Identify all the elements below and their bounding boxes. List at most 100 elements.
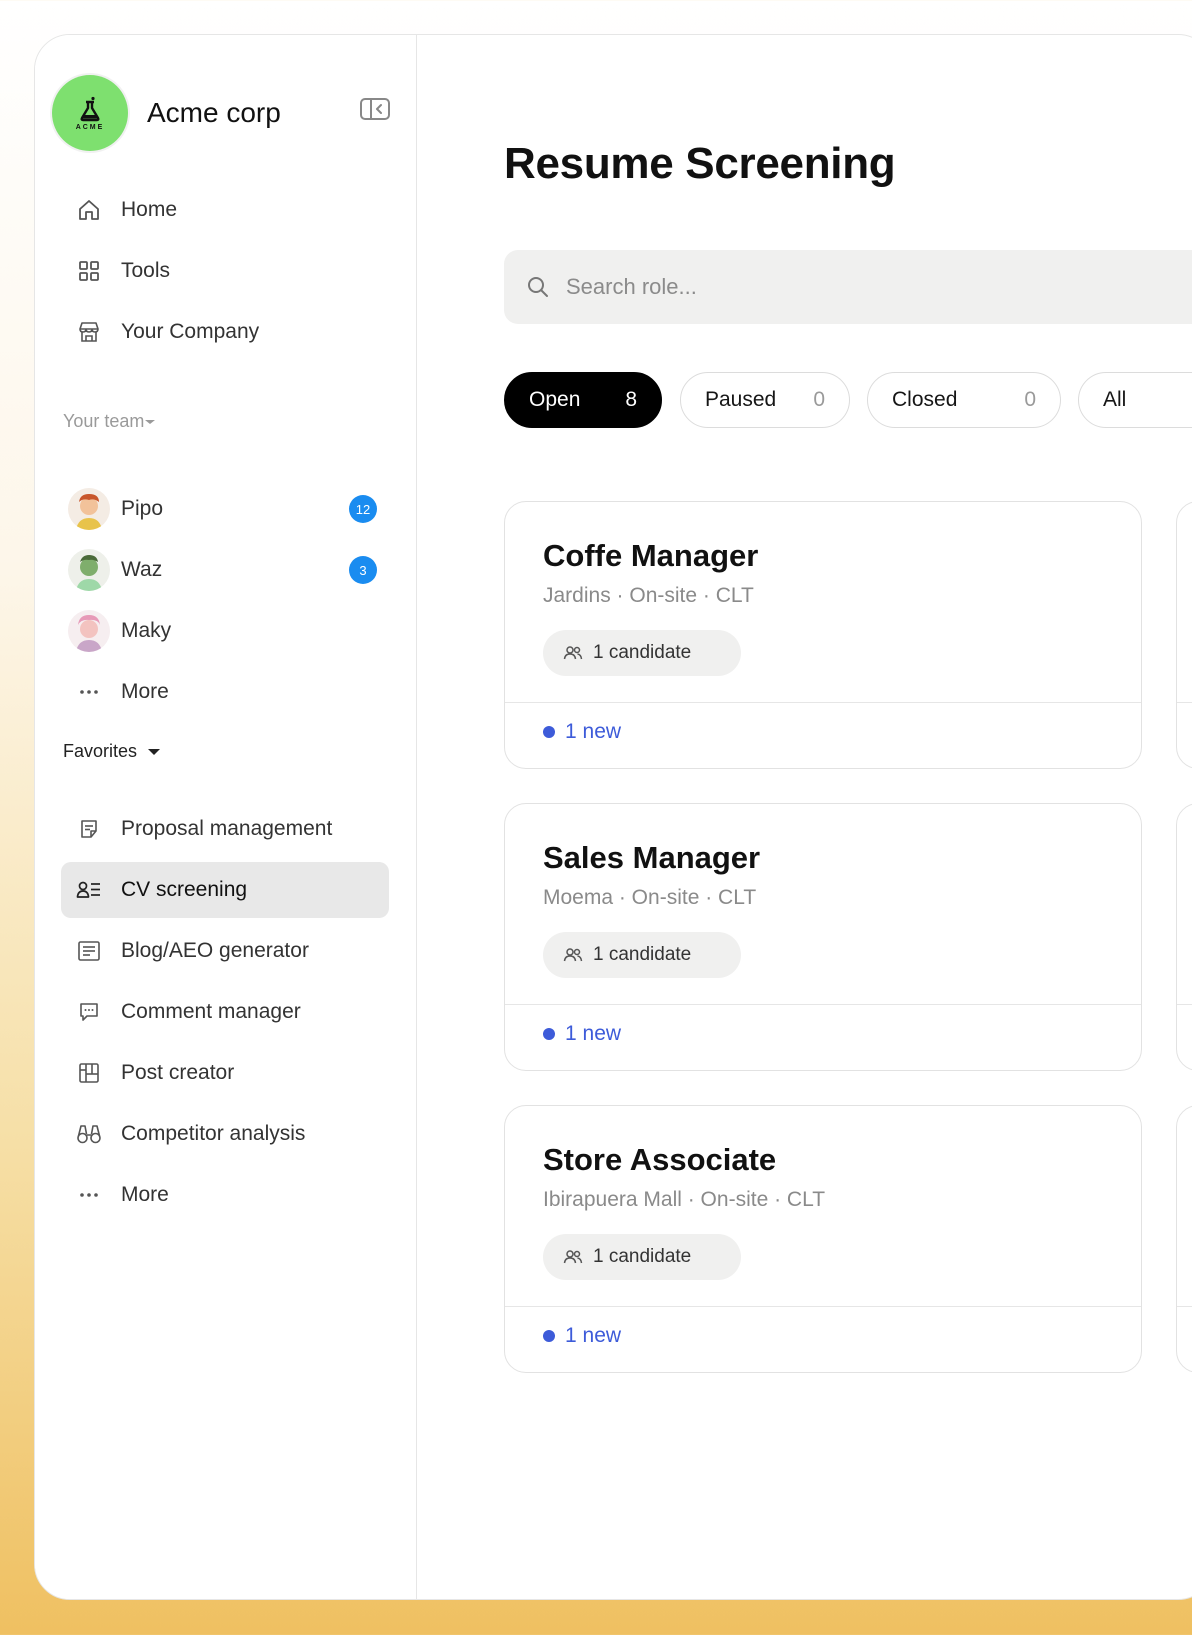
search-bar[interactable] [504, 250, 1192, 324]
job-details: Jardins · On-site · CLT [543, 584, 754, 607]
more-dots-icon [80, 690, 98, 694]
filter-closed[interactable]: Closed 0 [867, 372, 1061, 428]
favorites-section-toggle[interactable]: Favorites [63, 741, 161, 762]
nav-label: Your Company [121, 320, 260, 343]
user-list-icon [76, 881, 100, 898]
users-icon [563, 948, 583, 962]
filter-count: 0 [813, 388, 825, 411]
card-divider [1177, 1306, 1192, 1307]
fav-item-comment-manager[interactable]: Comment manager [61, 984, 389, 1040]
avatar [68, 549, 110, 591]
status-dot [543, 1028, 555, 1040]
candidate-count-chip: 1 candidate [543, 932, 741, 978]
logo-text: ACME [75, 123, 105, 131]
sidebar-toggle-icon [360, 98, 390, 120]
job-card-partial[interactable] [1176, 1105, 1192, 1373]
job-card[interactable]: Store Associate Ibirapuera Mall · On-sit… [504, 1105, 1142, 1373]
filter-all[interactable]: All 2 [1078, 372, 1192, 428]
team-member-maky[interactable]: Maky [61, 603, 389, 659]
new-count: 1 new [565, 1022, 622, 1045]
filter-label: All [1103, 388, 1127, 411]
flask-icon [80, 96, 100, 121]
fav-item-post-creator[interactable]: Post creator [61, 1045, 389, 1101]
team-section-label: Your team [63, 411, 145, 431]
card-divider [505, 1306, 1141, 1307]
chevron-down-icon [145, 419, 156, 424]
team-member-pipo[interactable]: Pipo 12 [61, 481, 389, 537]
filter-label: Paused [705, 388, 777, 411]
fav-item-blog-aeo-generator[interactable]: Blog/AEO generator [61, 923, 389, 979]
nav-item-tools[interactable]: Tools [61, 243, 389, 299]
status-dot [543, 726, 555, 738]
fav-label: Post creator [121, 1061, 235, 1084]
filter-paused[interactable]: Paused 0 [680, 372, 850, 428]
brand[interactable]: ACME Acme corp [52, 75, 281, 151]
collapse-sidebar-button[interactable] [359, 97, 391, 121]
favorites-more-button[interactable]: More [61, 1167, 389, 1223]
document-icon [81, 820, 97, 838]
team-section-toggle[interactable]: Your team [63, 411, 156, 432]
filter-label: Open [529, 388, 581, 411]
fav-item-proposal-management[interactable]: Proposal management [61, 801, 389, 857]
sidebar: ACME Acme corp Home Tools Your Company Y… [35, 35, 417, 1599]
new-count: 1 new [565, 720, 622, 743]
card-divider [1177, 1004, 1192, 1005]
notification-badge: 3 [349, 556, 377, 584]
company-logo: ACME [52, 75, 128, 151]
candidate-count-chip: 1 candidate [543, 630, 741, 676]
team-member-name: Pipo [121, 497, 164, 520]
main-content: Resume Screening Open 8 Paused 0 Closed … [418, 35, 1192, 1599]
team-more-button[interactable]: More [61, 664, 389, 720]
candidate-count: 1 candidate [593, 642, 692, 663]
more-dots-icon [80, 1193, 98, 1197]
card-divider [505, 702, 1141, 703]
avatar [68, 610, 110, 652]
team-member-name: Maky [121, 619, 172, 642]
job-card[interactable]: Coffe Manager Jardins · On-site · CLT 1 … [504, 501, 1142, 769]
candidate-count-chip: 1 candidate [543, 1234, 741, 1280]
avatar [68, 488, 110, 530]
nav-item-home[interactable]: Home [61, 182, 389, 238]
team-member-waz[interactable]: Waz 3 [61, 542, 389, 598]
app-window: ACME Acme corp Home Tools Your Company Y… [34, 34, 1192, 1600]
store-icon [79, 322, 99, 342]
candidate-count: 1 candidate [593, 1246, 692, 1267]
job-title: Sales Manager [543, 840, 761, 875]
job-card-partial[interactable] [1176, 803, 1192, 1071]
binoculars-icon [77, 1125, 101, 1144]
new-indicator: 1 new [543, 720, 621, 744]
search-icon [528, 277, 548, 297]
grid-icon [79, 261, 99, 281]
article-icon [78, 941, 100, 961]
fav-label: Competitor analysis [121, 1122, 306, 1145]
new-count: 1 new [565, 1324, 622, 1347]
nav-item-your-company[interactable]: Your Company [61, 304, 389, 360]
fav-label: Comment manager [121, 1000, 301, 1023]
layout-icon [79, 1063, 99, 1083]
comment-icon [80, 1003, 98, 1021]
filter-count: 0 [1024, 388, 1036, 411]
filter-open[interactable]: Open 8 [504, 372, 662, 428]
team-member-name: Waz [121, 558, 163, 581]
favorites-section-label: Favorites [63, 741, 138, 761]
job-title: Store Associate [543, 1142, 777, 1177]
users-icon [563, 1250, 583, 1264]
notification-badge: 12 [349, 495, 377, 523]
filter-count: 8 [625, 388, 637, 411]
nav-label: Home [121, 198, 178, 221]
job-card[interactable]: Sales Manager Moema · On-site · CLT 1 ca… [504, 803, 1142, 1071]
users-icon [563, 646, 583, 660]
job-card-partial[interactable] [1176, 501, 1192, 769]
search-input[interactable] [566, 274, 1166, 300]
new-indicator: 1 new [543, 1324, 621, 1348]
more-label: More [121, 680, 169, 703]
new-indicator: 1 new [543, 1022, 621, 1046]
page-title: Resume Screening [504, 139, 896, 188]
chevron-down-icon [148, 749, 161, 755]
fav-item-competitor-analysis[interactable]: Competitor analysis [61, 1106, 389, 1162]
fav-label: Proposal management [121, 817, 333, 840]
fav-label: CV screening [121, 878, 248, 901]
job-details: Ibirapuera Mall · On-site · CLT [543, 1188, 826, 1211]
nav-label: Tools [121, 259, 171, 282]
fav-item-cv-screening[interactable]: CV screening [61, 862, 389, 918]
